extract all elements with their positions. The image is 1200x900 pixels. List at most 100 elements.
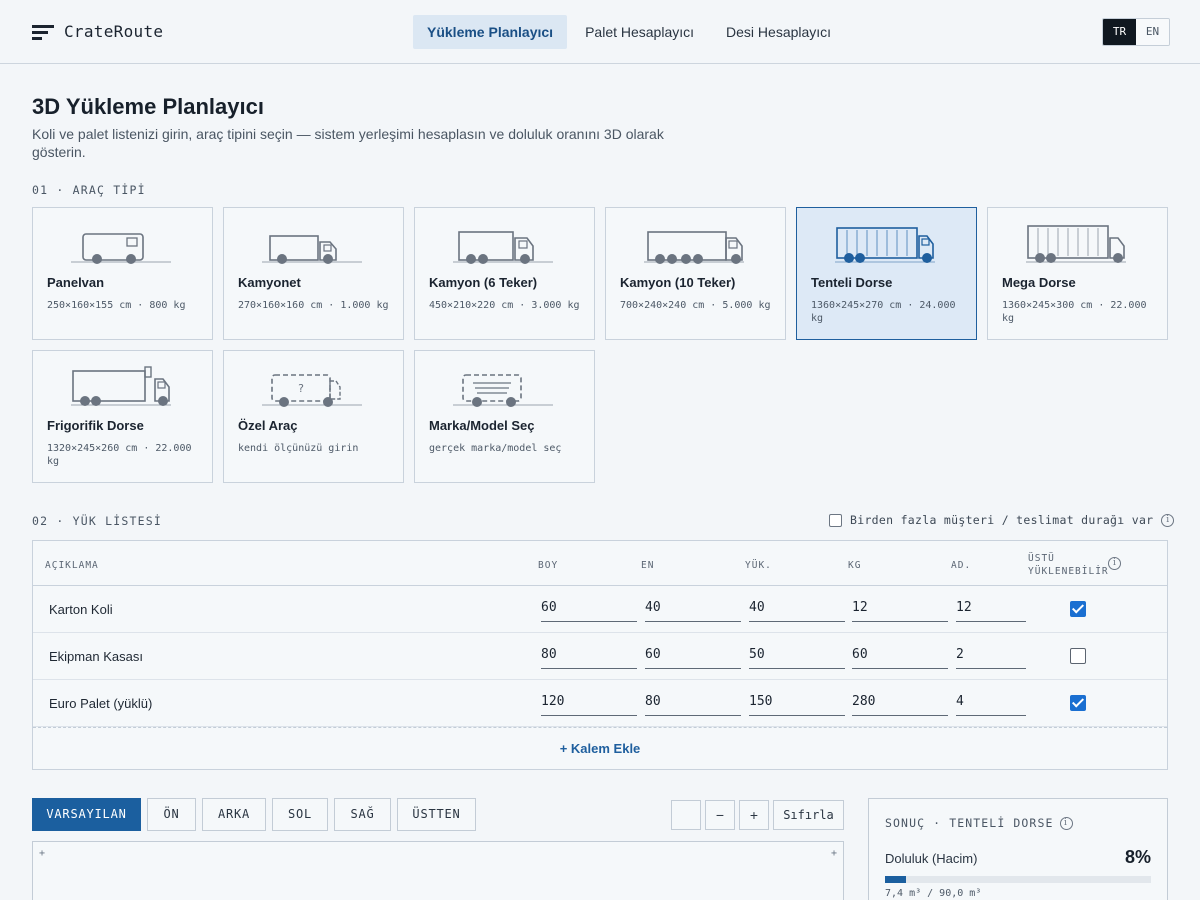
brand-model-icon [453, 374, 553, 407]
length-input[interactable]: 60 [541, 599, 637, 622]
vehicle-name: Kamyon (10 Teker) [620, 275, 736, 290]
vehicle-name: Kamyonet [238, 275, 301, 290]
reset-view-button[interactable]: Sıfırla [773, 800, 844, 830]
fill-percentage: 8% [1124, 847, 1151, 867]
info-icon[interactable]: i [1161, 513, 1175, 527]
height-input[interactable]: 150 [749, 693, 845, 716]
volume-readout: 7,4 m³ / 90,0 m³ [885, 888, 982, 899]
weight-input[interactable]: 12 [852, 599, 948, 622]
vehicle-spec: 450×210×220 cm · 3.000 kg [429, 300, 580, 311]
fill-label: Doluluk (Hacim) [885, 851, 978, 866]
multi-stop-label: Birden fazla müşteri / teslimat durağı v… [850, 513, 1154, 527]
vehicle-card-kamyon-10-teker[interactable]: Kamyon (10 Teker) 700×240×240 cm · 5.000… [605, 207, 786, 340]
vehicle-card-mega-dorse[interactable]: Mega Dorse 1360×245×300 cm · 22.000 kg [987, 207, 1168, 340]
svg-text:?: ? [298, 382, 304, 395]
zoom-level-box [671, 800, 701, 830]
quantity-input[interactable]: 2 [956, 646, 1026, 669]
vehicle-card-frigorifik-dorse[interactable]: Frigorifik Dorse 1320×245×260 cm · 22.00… [32, 350, 213, 483]
3d-viewport[interactable]: + + [32, 841, 844, 900]
vehicle-spec: kendi ölçünüzü girin [238, 443, 359, 454]
tab-desi-calculator[interactable]: Desi Hesaplayıcı [712, 15, 845, 49]
table-header: AÇIKLAMA BOY EN YÜK. KG AD. ÜSTÜ YÜKLENE… [33, 541, 1167, 586]
item-description[interactable]: Karton Koli [49, 602, 113, 617]
width-input[interactable]: 40 [645, 599, 741, 622]
vehicle-card-panelvan[interactable]: Panelvan 250×160×155 cm · 800 kg [32, 207, 213, 340]
vehicle-spec: 1320×245×260 cm · 22.000 kg [47, 443, 192, 467]
height-input[interactable]: 40 [749, 599, 845, 622]
column-header: AD. [951, 560, 972, 571]
vehicle-name: Marka/Model Seç [429, 418, 535, 433]
vehicle-card-kamyonet[interactable]: Kamyonet 270×160×160 cm · 1.000 kg [223, 207, 404, 340]
logo[interactable]: CrateRoute [32, 22, 163, 41]
truck-6-wheel-icon [453, 231, 553, 264]
top-bar: CrateRoute Yükleme Planlayıcı Palet Hesa… [0, 0, 1200, 64]
weight-input[interactable]: 280 [852, 693, 948, 716]
zoom-in-button[interactable]: + [739, 800, 769, 830]
stackable-checkbox[interactable] [1070, 695, 1086, 711]
curtain-trailer-icon [835, 227, 935, 263]
corner-mark: + [39, 848, 46, 859]
column-header: ÜSTÜ YÜKLENEBİLİR [1028, 553, 1109, 577]
vehicle-name: Özel Araç [238, 418, 298, 433]
vehicle-name: Frigorifik Dorse [47, 418, 144, 433]
vehicle-card-kamyon-6-teker[interactable]: Kamyon (6 Teker) 450×210×220 cm · 3.000 … [414, 207, 595, 340]
quantity-input[interactable]: 12 [956, 599, 1026, 622]
vehicle-card-tenteli-dorse[interactable]: Tenteli Dorse 1360×245×270 cm · 24.000 k… [796, 207, 977, 340]
view-default-button[interactable]: VARSAYILAN [32, 798, 141, 831]
info-icon[interactable]: i [1059, 816, 1073, 830]
page-subtitle: Koli ve palet listenizi girin, araç tipi… [32, 126, 664, 160]
zoom-out-button[interactable]: − [705, 800, 735, 830]
quantity-input[interactable]: 4 [956, 693, 1026, 716]
mega-trailer-icon [1026, 225, 1126, 263]
stackable-checkbox[interactable] [1070, 648, 1086, 664]
vehicle-spec: 250×160×155 cm · 800 kg [47, 300, 186, 311]
reefer-trailer-icon [71, 366, 171, 406]
height-input[interactable]: 50 [749, 646, 845, 669]
lang-tr-button[interactable]: TR [1103, 19, 1136, 45]
lang-en-button[interactable]: EN [1136, 19, 1169, 45]
vehicle-name: Mega Dorse [1002, 275, 1076, 290]
multi-stop-option: Birden fazla müşteri / teslimat durağı v… [829, 513, 1175, 527]
language-switch: TR EN [1102, 18, 1170, 46]
stackable-checkbox[interactable] [1070, 601, 1086, 617]
length-input[interactable]: 120 [541, 693, 637, 716]
item-description[interactable]: Euro Palet (yüklü) [49, 696, 152, 711]
width-input[interactable]: 60 [645, 646, 741, 669]
vehicle-card-marka-model[interactable]: Marka/Model Seç gerçek marka/model seç [414, 350, 595, 483]
view-left-button[interactable]: SOL [272, 798, 328, 831]
vehicle-card-ozel-arac[interactable]: ? Özel Araç kendi ölçünüzü girin [223, 350, 404, 483]
view-back-button[interactable]: ARKA [202, 798, 266, 831]
custom-vehicle-icon: ? [262, 374, 362, 407]
van-icon [71, 233, 171, 264]
info-icon[interactable]: i [1108, 557, 1121, 570]
view-right-button[interactable]: SAĞ [334, 798, 391, 831]
multi-stop-checkbox[interactable] [829, 513, 842, 527]
add-item-button[interactable]: + Kalem Ekle [33, 727, 1167, 769]
length-input[interactable]: 80 [541, 646, 637, 669]
table-row: Ekipman Kasası 80 60 50 60 2 [33, 633, 1167, 680]
item-description[interactable]: Ekipman Kasası [49, 649, 143, 664]
width-input[interactable]: 80 [645, 693, 741, 716]
vehicle-name: Panelvan [47, 275, 105, 290]
truck-10-wheel-icon [644, 231, 744, 264]
weight-input[interactable]: 60 [852, 646, 948, 669]
vehicle-name: Tenteli Dorse [811, 275, 893, 290]
vehicle-spec: 700×240×240 cm · 5.000 kg [620, 300, 771, 311]
column-header: BOY [538, 560, 559, 571]
view-top-button[interactable]: ÜSTTEN [397, 798, 476, 831]
view-front-button[interactable]: ÖN [147, 798, 196, 831]
vehicle-spec: 1360×245×300 cm · 22.000 kg [1002, 300, 1147, 324]
vehicle-section-label: 01 · ARAÇ TİPİ [32, 183, 146, 197]
vehicle-name: Kamyon (6 Teker) [429, 275, 538, 290]
page-title: 3D Yükleme Planlayıcı [32, 94, 264, 119]
vehicle-spec: gerçek marka/model seç [429, 443, 562, 454]
table-row: Karton Koli 60 40 40 12 12 [33, 586, 1167, 633]
menu-lines-icon [32, 24, 54, 40]
tab-pallet-calculator[interactable]: Palet Hesaplayıcı [571, 15, 708, 49]
table-row: Euro Palet (yüklü) 120 80 150 280 4 [33, 680, 1167, 727]
logo-text: CrateRoute [64, 22, 164, 41]
main-nav: Yükleme Planlayıcı Palet Hesaplayıcı Des… [413, 15, 849, 49]
tab-loading-planner[interactable]: Yükleme Planlayıcı [413, 15, 568, 49]
result-title-row: SONUÇ · TENTELİ DORSE i [885, 816, 1073, 830]
result-panel: SONUÇ · TENTELİ DORSE i Doluluk (Hacim) … [868, 798, 1168, 900]
